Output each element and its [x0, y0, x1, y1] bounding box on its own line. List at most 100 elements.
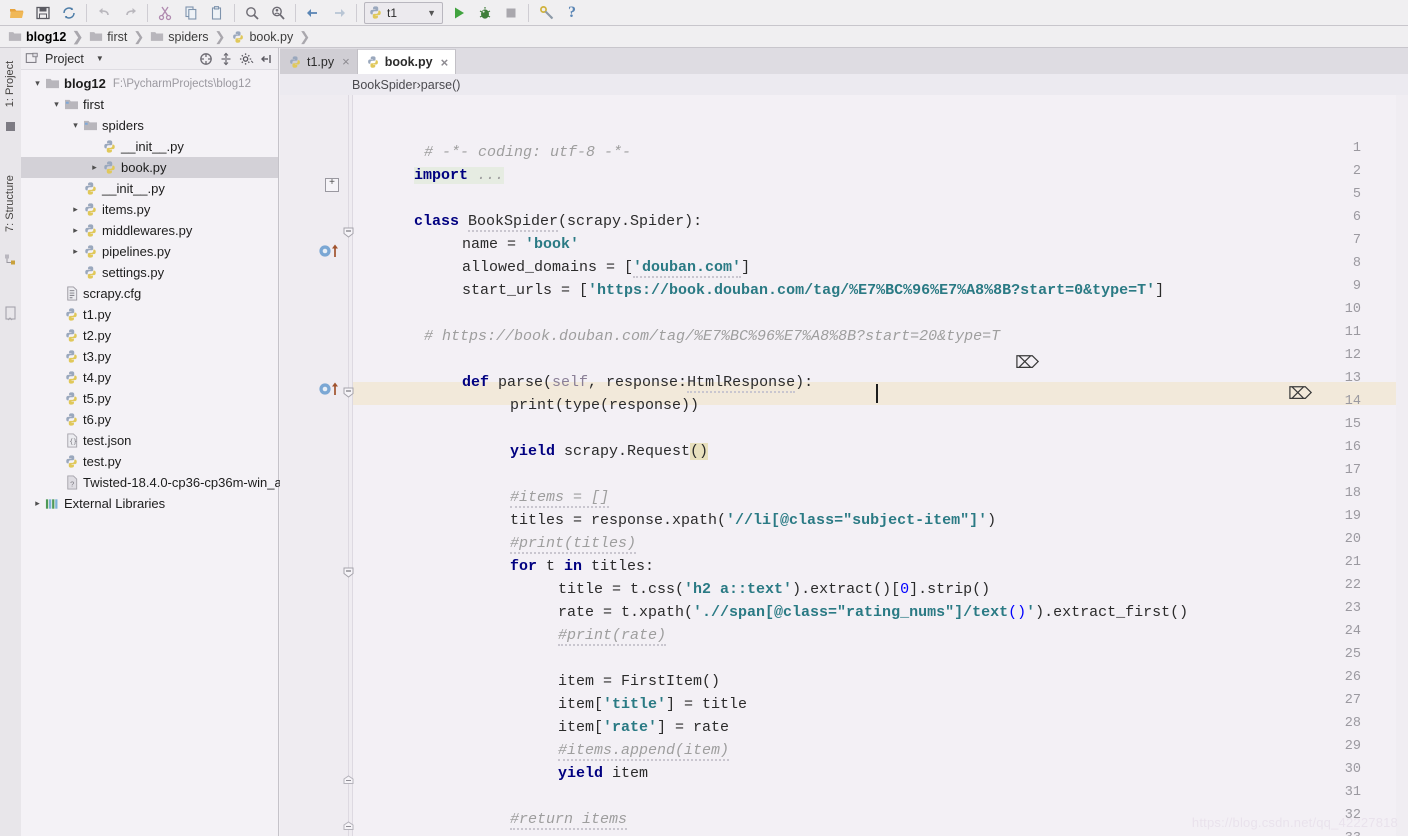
tool-window-structure[interactable]: 7: Structure — [4, 175, 16, 232]
breadcrumb-item-book-py[interactable]: book.py ❯ — [227, 26, 312, 48]
python-file-icon — [63, 349, 80, 365]
paste-icon[interactable] — [204, 2, 230, 24]
folder-icon — [8, 32, 22, 41]
structure-icon[interactable] — [4, 253, 17, 266]
tree-item-label: items.py — [102, 202, 151, 217]
copy-icon[interactable] — [178, 2, 204, 24]
tree-item-blog12[interactable]: ▾ blog12 F:\PycharmProjects\blog12 — [21, 73, 278, 94]
tree-item-book-py[interactable]: ▸ book.py — [21, 157, 278, 178]
help-icon[interactable]: ? — [559, 2, 585, 24]
stop-button[interactable] — [498, 2, 524, 24]
tree-item-items-py[interactable]: ▸ items.py — [21, 199, 278, 220]
tree-item--init-py[interactable]: __init__.py — [21, 136, 278, 157]
tree-item-label: pipelines.py — [102, 244, 171, 259]
tree-item-t3-py[interactable]: t3.py — [21, 346, 278, 367]
override-method-marker-icon[interactable] — [318, 243, 344, 258]
collapse-all-icon[interactable] — [197, 50, 215, 68]
code-text-layer[interactable]: # -*- coding: utf-8 -*- import ... class… — [352, 95, 1408, 836]
code-line-9: start_urls = ['https://book.douban.com/t… — [462, 282, 1165, 299]
breadcrumb-item-blog12[interactable]: blog12 ❯ — [4, 26, 85, 48]
tree-item-pipelines-py[interactable]: ▸ pipelines.py — [21, 241, 278, 262]
close-icon[interactable]: × — [441, 56, 449, 69]
fold-expand-import-icon[interactable]: + — [325, 178, 339, 192]
debug-button[interactable] — [472, 2, 498, 24]
open-folder-icon[interactable] — [4, 2, 30, 24]
chevron-down-icon[interactable]: ▼ — [96, 54, 104, 63]
tree-item-label: test.json — [83, 433, 132, 448]
tree-item-t1-py[interactable]: t1.py — [21, 304, 278, 325]
python-file-icon — [233, 30, 244, 43]
tree-item-settings-py[interactable]: settings.py — [21, 262, 278, 283]
magnifier-person-icon[interactable] — [265, 2, 291, 24]
run-button[interactable] — [446, 2, 472, 24]
project-panel-title: Project — [45, 51, 84, 66]
folder-icon — [90, 32, 103, 41]
chevron-right-icon[interactable]: ▸ — [69, 246, 82, 257]
chevron-right-icon[interactable]: ▸ — [69, 225, 82, 236]
module-folder-icon — [63, 97, 80, 113]
code-line-28: item['rate'] = rate — [558, 719, 730, 736]
magnifier-icon[interactable] — [239, 2, 265, 24]
tree-item-test-json[interactable]: {} test.json — [21, 430, 278, 451]
run-configuration-selector[interactable]: t1 ▼ — [364, 1, 443, 24]
tree-item-t4-py[interactable]: t4.py — [21, 367, 278, 388]
editor-area: t1.py × book.py × BookSpider › parse() 1… — [280, 48, 1408, 836]
undo-icon[interactable] — [91, 2, 117, 24]
tree-item-label: t3.py — [83, 349, 112, 364]
tree-item--init-py[interactable]: __init__.py — [21, 178, 278, 199]
tree-item-spiders[interactable]: ▾ spiders — [21, 115, 278, 136]
tree-item-label: __init__.py — [102, 181, 165, 196]
chevron-right-icon[interactable]: ▸ — [88, 162, 101, 173]
breadcrumb-item-spiders[interactable]: spiders ❯ — [146, 26, 227, 48]
tree-item-first[interactable]: ▾ first — [21, 94, 278, 115]
chevron-down-icon[interactable]: ▾ — [69, 120, 82, 131]
chevron-down-icon[interactable]: ▾ — [31, 78, 44, 89]
chevron-down-icon[interactable]: ▼ — [427, 8, 436, 18]
tree-item-external-libraries[interactable]: ▸ External Libraries — [21, 493, 278, 514]
back-arrow-icon[interactable] — [300, 2, 326, 24]
editor-tab-t1-py[interactable]: t1.py × — [280, 49, 358, 74]
tree-item-t5-py[interactable]: t5.py — [21, 388, 278, 409]
text-caret — [876, 384, 878, 403]
redo-icon[interactable] — [117, 2, 143, 24]
tool-window-project[interactable]: 1: Project — [4, 56, 16, 112]
project-panel-header: Project ▼ — [21, 48, 278, 70]
tree-item-label: t4.py — [83, 370, 112, 385]
editor-scrollbar-track[interactable] — [1396, 95, 1408, 836]
editor-gutter[interactable] — [280, 95, 353, 836]
breadcrumb-method[interactable]: parse() — [421, 78, 461, 92]
tree-item-t6-py[interactable]: t6.py — [21, 409, 278, 430]
python-file-icon — [63, 412, 80, 428]
chevron-down-icon[interactable]: ▾ — [50, 99, 63, 110]
close-icon[interactable]: × — [342, 55, 350, 68]
tree-item-middlewares-py[interactable]: ▸ middlewares.py — [21, 220, 278, 241]
override-method-marker-icon[interactable] — [318, 381, 344, 396]
breadcrumb-item-first[interactable]: first ❯ — [85, 26, 146, 48]
editor-tab-book-py[interactable]: book.py × — [357, 49, 457, 74]
favorites-icon[interactable] — [4, 306, 17, 322]
code-line-2: import ... — [414, 167, 505, 184]
save-icon[interactable] — [30, 2, 56, 24]
tree-item-twisted-18-4-0-cp36-cp36m-win-am[interactable]: ? Twisted-18.4.0-cp36-cp36m-win_am — [21, 472, 293, 493]
editor-structure-breadcrumb: BookSpider › parse() — [280, 74, 1408, 95]
tree-item-scrapy-cfg[interactable]: scrapy.cfg — [21, 283, 278, 304]
tree-item-test-py[interactable]: test.py — [21, 451, 278, 472]
gear-icon[interactable] — [237, 50, 255, 68]
settings-wrench-icon[interactable] — [533, 2, 559, 24]
code-editor[interactable]: 1 2 5 6 7 8 9 10 11 12 13 14 15 16 17 18 19 20 21 22 23 24 25 2… — [280, 95, 1408, 836]
expand-icon[interactable] — [217, 50, 235, 68]
tree-item-label: Twisted-18.4.0-cp36-cp36m-win_am — [83, 475, 293, 490]
hide-panel-icon[interactable] — [257, 50, 275, 68]
project-square-icon[interactable] — [4, 120, 17, 133]
chevron-right-icon[interactable]: ▸ — [31, 498, 44, 509]
tree-item-t2-py[interactable]: t2.py — [21, 325, 278, 346]
tree-item-label: t6.py — [83, 412, 112, 427]
code-line-6: class BookSpider(scrapy.Spider): — [414, 213, 703, 232]
chevron-right-icon[interactable]: ▸ — [69, 204, 82, 215]
code-line-20: #print(titles) — [510, 535, 637, 554]
cut-icon[interactable] — [152, 2, 178, 24]
forward-arrow-icon[interactable] — [326, 2, 352, 24]
sync-icon[interactable] — [56, 2, 82, 24]
project-tool-window: Project ▼ ▾ blog12 F:\PycharmProjects\blog… — [21, 48, 293, 836]
breadcrumb-class[interactable]: BookSpider — [352, 78, 417, 92]
